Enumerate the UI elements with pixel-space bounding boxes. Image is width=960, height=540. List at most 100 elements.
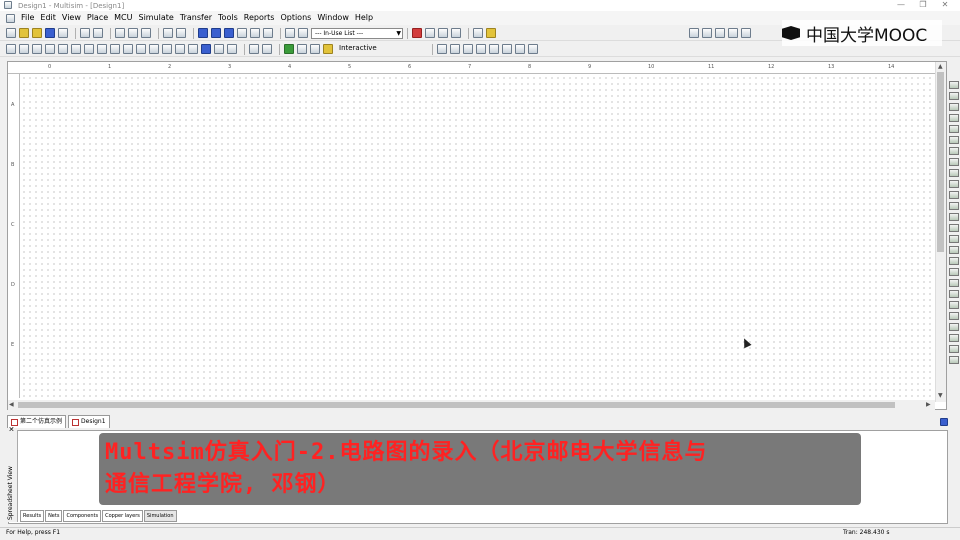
instrument-icon[interactable] (949, 81, 959, 89)
instrument-icon[interactable] (949, 213, 959, 221)
instrument-icon[interactable] (949, 334, 959, 342)
zoom-in-icon[interactable] (689, 28, 699, 38)
scroll-right-icon[interactable]: ▶ (926, 401, 931, 408)
find-examples-icon[interactable] (473, 28, 483, 38)
run-icon[interactable] (284, 44, 294, 54)
power-component-icon[interactable] (136, 44, 146, 54)
scroll-down-icon[interactable]: ▼ (938, 392, 943, 399)
print-icon[interactable] (80, 28, 90, 38)
instrument-icon[interactable] (949, 103, 959, 111)
print-preview-icon[interactable] (93, 28, 103, 38)
close-button[interactable]: ✕ (934, 0, 956, 11)
backannotate-icon[interactable] (438, 28, 448, 38)
misc-digital-icon[interactable] (97, 44, 107, 54)
indicator-component-icon[interactable] (123, 44, 133, 54)
grapher-icon[interactable] (224, 28, 234, 38)
menu-transfer[interactable]: Transfer (177, 11, 215, 25)
panel-toggle-icon[interactable] (940, 418, 948, 426)
database-manager-icon[interactable] (250, 28, 260, 38)
interactive-button[interactable]: Interactive (336, 44, 428, 55)
forward-annotate-icon[interactable] (451, 28, 461, 38)
instrument-icon[interactable] (949, 169, 959, 177)
maximize-button[interactable]: ❐ (912, 0, 934, 11)
menu-options[interactable]: Options (277, 11, 314, 25)
instrument-icon[interactable] (949, 268, 959, 276)
new-icon[interactable] (6, 28, 16, 38)
instrument-icon[interactable] (949, 202, 959, 210)
netlist-icon[interactable] (298, 28, 308, 38)
diode-component-icon[interactable] (32, 44, 42, 54)
instrument-icon[interactable] (949, 345, 959, 353)
electrical-rules-icon[interactable] (412, 28, 422, 38)
zoom-out-icon[interactable] (702, 28, 712, 38)
open-icon[interactable] (19, 28, 29, 38)
mcu-component-icon[interactable] (201, 44, 211, 54)
instrument-icon[interactable] (949, 125, 959, 133)
vertical-scroll-thumb[interactable] (937, 72, 944, 252)
in-use-list-select[interactable]: --- In-Use List --- ▼ (311, 27, 403, 39)
instrument-icon[interactable] (949, 224, 959, 232)
redo-icon[interactable] (176, 28, 186, 38)
instrument-icon[interactable] (949, 180, 959, 188)
schematic-grid[interactable] (21, 75, 935, 398)
instrument-icon[interactable] (949, 114, 959, 122)
stop-icon[interactable] (310, 44, 320, 54)
probe-voltage-icon[interactable] (437, 44, 447, 54)
hierarchical-block-icon[interactable] (214, 44, 224, 54)
instrument-icon[interactable] (949, 312, 959, 320)
component-wizard-icon[interactable] (263, 28, 273, 38)
menu-place[interactable]: Place (84, 11, 111, 25)
pause-icon[interactable] (297, 44, 307, 54)
place-junction-icon[interactable] (262, 44, 272, 54)
menu-help[interactable]: Help (352, 11, 376, 25)
hierarchy-icon[interactable] (285, 28, 295, 38)
document-icon[interactable] (6, 13, 15, 23)
open-sample-icon[interactable] (32, 28, 42, 38)
menu-edit[interactable]: Edit (37, 11, 59, 25)
save-icon[interactable] (45, 28, 55, 38)
instrument-icon[interactable] (949, 246, 959, 254)
probe-gear-icon[interactable] (528, 44, 538, 54)
instrument-icon[interactable] (949, 323, 959, 331)
undo-icon[interactable] (163, 28, 173, 38)
tab-components[interactable]: Components (63, 510, 102, 522)
tab-simulation[interactable]: Simulation (143, 510, 177, 522)
misc-component-icon[interactable] (149, 44, 159, 54)
rf-component-icon[interactable] (175, 44, 185, 54)
full-screen-icon[interactable] (741, 28, 751, 38)
menu-window[interactable]: Window (314, 11, 352, 25)
instrument-icon[interactable] (949, 290, 959, 298)
menu-file[interactable]: File (18, 11, 37, 25)
menu-reports[interactable]: Reports (241, 11, 278, 25)
instrument-icon[interactable] (949, 356, 959, 364)
help-icon[interactable] (486, 28, 496, 38)
probe-ref-icon[interactable] (489, 44, 499, 54)
copy-icon[interactable] (128, 28, 138, 38)
probe-power-icon[interactable] (463, 44, 473, 54)
tab-results[interactable]: Results (20, 510, 45, 522)
close-icon[interactable]: ✕ (8, 426, 16, 432)
instrument-icon[interactable] (949, 147, 959, 155)
menu-mcu[interactable]: MCU (111, 11, 135, 25)
probe-current-icon[interactable] (450, 44, 460, 54)
advanced-peripherals-icon[interactable] (162, 44, 172, 54)
menu-view[interactable]: View (59, 11, 84, 25)
instrument-icon[interactable] (949, 158, 959, 166)
tab-nets[interactable]: Nets (45, 510, 63, 522)
zoom-area-icon[interactable] (715, 28, 725, 38)
probe-settings-icon[interactable] (515, 44, 525, 54)
cut-icon[interactable] (115, 28, 125, 38)
minimize-button[interactable]: — (890, 0, 912, 11)
probe-differential-icon[interactable] (476, 44, 486, 54)
menu-tools[interactable]: Tools (215, 11, 241, 25)
zoom-sheet-icon[interactable] (728, 28, 738, 38)
instrument-icon[interactable] (949, 257, 959, 265)
horizontal-scroll-thumb[interactable] (18, 402, 895, 408)
instrument-icon[interactable] (949, 92, 959, 100)
cmos-component-icon[interactable] (84, 44, 94, 54)
instrument-icon[interactable] (949, 235, 959, 243)
basic-component-icon[interactable] (19, 44, 29, 54)
tab-copper-layers[interactable]: Copper layers (102, 510, 143, 522)
scroll-left-icon[interactable]: ◀ (9, 401, 14, 408)
instrument-icon[interactable] (949, 279, 959, 287)
